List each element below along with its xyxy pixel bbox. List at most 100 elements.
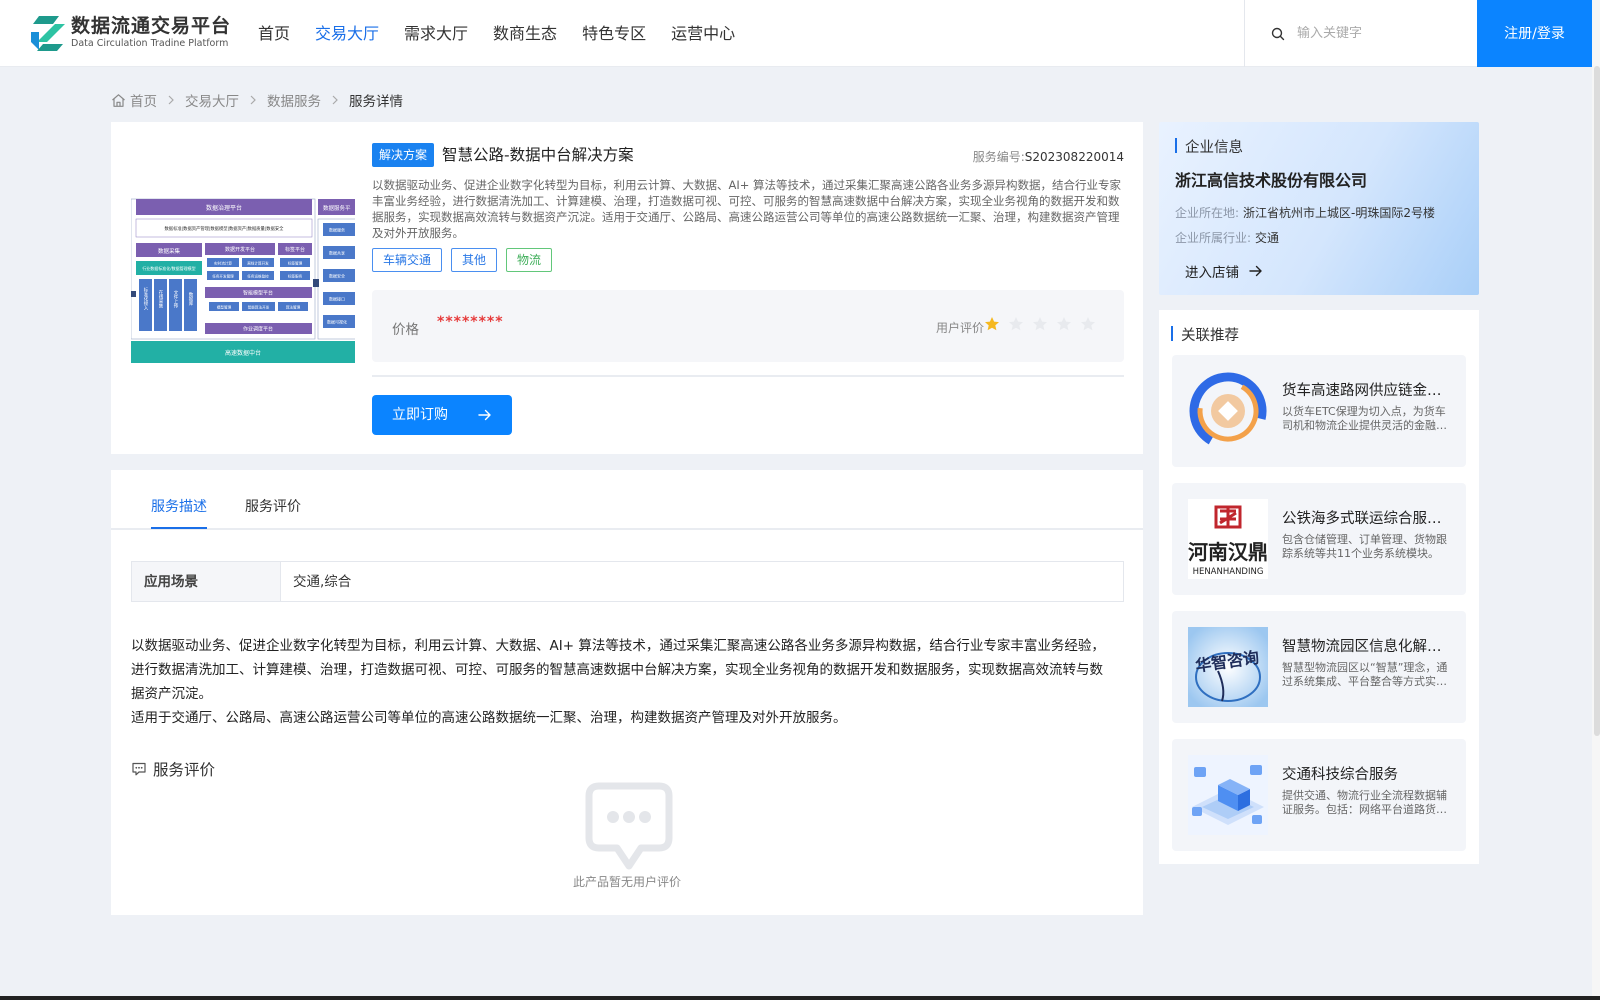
review-title-text: 服务评价 — [153, 761, 216, 779]
breadcrumb-home[interactable]: 首页 — [130, 90, 157, 110]
diagram-dev-item: 任务运维监控 — [247, 274, 269, 279]
nav-trading-hall[interactable]: 交易大厅 — [315, 0, 379, 67]
star-empty-icon — [1009, 317, 1023, 331]
diagram-service-item: 数据共享 — [329, 250, 345, 256]
rating-stars — [984, 316, 1104, 332]
diagram-service-item: 数据接口 — [329, 296, 345, 302]
star-empty-icon — [1033, 317, 1047, 331]
diagram-model-item: 算法管理 — [286, 305, 301, 310]
company-location-label: 企业所在地: — [1175, 206, 1240, 220]
product-description: 以数据驱动业务、促进企业数字化转型为目标，利用云计算、大数据、AI+ 算法等技术… — [372, 178, 1122, 240]
company-industry-label: 企业所属行业: — [1175, 231, 1252, 245]
tab-service-review[interactable]: 服务评价 — [245, 496, 301, 516]
diagram-collect: 数据采集 — [158, 247, 181, 255]
product-title: 智慧公路-数据中台解决方案 — [442, 146, 634, 164]
home-icon — [112, 93, 125, 107]
recommend-desc: 提供交通、物流行业全流程数据辅证服务。包括：网络平台道路货运信息化服务。 — [1282, 789, 1447, 816]
top-header: 数据流通交易平台 Data Circulation Tradine Platfo… — [0, 0, 1600, 67]
diagram-model: 智能模型平台 — [243, 290, 273, 297]
tag-list: 车辆交通 其他 物流 — [372, 248, 561, 272]
nav-operation-center[interactable]: 运营中心 — [671, 0, 735, 67]
chevron-right-icon — [168, 95, 174, 105]
company-location-value: 浙江省杭州市上城区-明珠国际2号楼 — [1243, 206, 1436, 220]
thumb-logo-text: 河南汉鼎 — [1188, 540, 1268, 564]
login-register-button[interactable]: 注册/登录 — [1477, 0, 1592, 67]
scene-table: 应用场景 交通,综合 — [131, 561, 1124, 602]
diagram-collect-col: 在线采集 — [158, 289, 163, 310]
diagram-platform: 数据治理平台 — [206, 204, 242, 212]
price-value: ******** — [437, 314, 504, 330]
ring-logo-icon — [1188, 371, 1268, 451]
price-panel: 价格 ******** 用户评价 — [372, 290, 1124, 362]
recommend-section-title: 关联推荐 — [1171, 324, 1239, 345]
star-empty-icon — [1081, 317, 1095, 331]
empty-review-text: 此产品暂无用户评价 — [572, 875, 681, 889]
recommend-desc: 以货车ETC保理为切入点，为货车司机和物流企业提供灵活的金融服务。 — [1282, 405, 1447, 432]
service-code-value: S202308220014 — [1024, 150, 1124, 164]
recommend-desc: 包含仓储管理、订单管理、货物跟踪系统等共11个业务系统模块。 — [1282, 533, 1447, 560]
company-industry-value: 交通 — [1255, 231, 1280, 245]
search-icon[interactable] — [1271, 27, 1285, 41]
logo-subtitle: Data Circulation Tradine Platform — [71, 38, 229, 49]
diagram-collect-col: 文件上传 — [173, 289, 178, 310]
service-code-label: 服务编号: — [972, 150, 1025, 164]
diagram-dev-item: 实时流计算 — [214, 261, 232, 266]
brand-logo-icon: 华智咨询 — [1188, 627, 1268, 707]
tab-service-description[interactable]: 服务描述 — [151, 496, 207, 516]
logo-title: 数据流通交易平台 — [71, 15, 232, 37]
recommend-item[interactable]: 华智咨询 智慧物流园区信息化解决方案 智慧型物流园区以“智慧”理念，通过系统集成… — [1172, 611, 1466, 723]
diagram-ops: 作业调度平台 — [243, 326, 273, 333]
nav-ecosystem[interactable]: 数商生态 — [493, 0, 557, 67]
breadcrumb: 首页 交易大厅 数据服务 服务详情 — [111, 90, 403, 110]
recommend-title: 交通科技综合服务 — [1282, 767, 1398, 783]
nav-demand-hall[interactable]: 需求大厅 — [404, 0, 468, 67]
diagram-service-item: 数据安全 — [329, 273, 345, 279]
review-section-title: 服务评价 — [131, 758, 215, 780]
recommend-desc: 智慧型物流园区以“智慧”理念，通过系统集成、平台整合等方式实现。 — [1282, 661, 1448, 688]
diagram-standards: 数据标准|数据资产管理|数据模型|数据资产|数据质量|数据安全 — [165, 225, 285, 232]
breadcrumb-current: 服务详情 — [349, 94, 403, 110]
order-now-button[interactable]: 立即订购 — [372, 395, 512, 435]
star-empty-icon — [1057, 317, 1071, 331]
tag-vehicle-traffic[interactable]: 车辆交通 — [372, 248, 443, 272]
diagram-dev-item: 任务开发管理 — [212, 274, 234, 279]
enter-shop-link[interactable]: 进入店铺 — [1185, 261, 1263, 281]
company-logo-icon: 河南汉鼎 HENANHANDING — [1188, 499, 1268, 579]
scene-value: 交通,综合 — [293, 574, 352, 590]
detail-paragraph: 适用于交通厅、公路局、高速公路运营公司等单位的高速公路数据统一汇聚、治理，构建数… — [131, 710, 847, 726]
breadcrumb-trading-hall[interactable]: 交易大厅 — [185, 90, 239, 110]
search-input[interactable] — [1297, 26, 1467, 41]
star-filled-icon — [985, 317, 999, 331]
service-code: 服务编号:S202308220014 — [973, 148, 1124, 165]
nav-special-zone[interactable]: 特色专区 — [582, 0, 646, 67]
diagram-collect-col: 标准化接入 — [143, 287, 148, 311]
empty-comment-icon — [585, 782, 673, 870]
tag-other[interactable]: 其他 — [451, 248, 498, 272]
tag-logistics[interactable]: 物流 — [506, 248, 553, 272]
recommend-item[interactable]: 货车高速路网供应链金融服务 以货车ETC保理为切入点，为货车司机和物流企业提供灵… — [1172, 355, 1466, 467]
diagram-collect-sub: 行业数据标准化/数据管理模型 — [142, 265, 195, 271]
diagram-label-item: 标签服务 — [288, 274, 303, 279]
recommend-item[interactable]: 交通科技综合服务 提供交通、物流行业全流程数据辅证服务。包括：网络平台道路货运信… — [1172, 739, 1466, 851]
breadcrumb-data-service[interactable]: 数据服务 — [267, 90, 321, 110]
product-diagram-image[interactable]: 数据治理平台 数据标准|数据资产管理|数据模型|数据资产|数据质量|数据安全 数… — [131, 195, 355, 363]
nav-home[interactable]: 首页 — [258, 0, 290, 67]
recommend-title: 智慧物流园区信息化解决方案 — [1282, 639, 1447, 655]
diagram-model-item: 智能算法开发 — [248, 305, 270, 310]
diagram-service-item: 数据可视化 — [327, 319, 347, 325]
diagram-dev: 数据开发平台 — [225, 246, 255, 253]
detail-paragraph: 以数据驱动业务、促进企业数字化转型为目标，利用云计算、大数据、AI+ 算法等技术… — [131, 638, 1105, 702]
rating-label: 用户评价 — [936, 321, 985, 335]
enter-shop-label: 进入店铺 — [1185, 265, 1239, 281]
active-tab-indicator — [151, 527, 207, 529]
detail-tabs: 服务描述 服务评价 — [111, 470, 1143, 530]
company-location: 企业所在地: 浙江省杭州市上城区-明珠国际2号楼 — [1175, 204, 1435, 221]
search-box — [1244, 0, 1477, 67]
site-logo[interactable]: 数据流通交易平台 Data Circulation Tradine Platfo… — [29, 14, 231, 52]
diagram-dev-item: 离线计算开发 — [247, 261, 269, 266]
logo-icon — [31, 16, 65, 51]
scrollbar-thumb[interactable] — [1594, 66, 1600, 736]
company-name[interactable]: 浙江高信技术股份有限公司 — [1175, 167, 1367, 191]
recommend-item[interactable]: 河南汉鼎 HENANHANDING 公铁海多式联运综合服务平台 包含仓储管理、订… — [1172, 483, 1466, 595]
bottom-edge — [0, 996, 1600, 1000]
